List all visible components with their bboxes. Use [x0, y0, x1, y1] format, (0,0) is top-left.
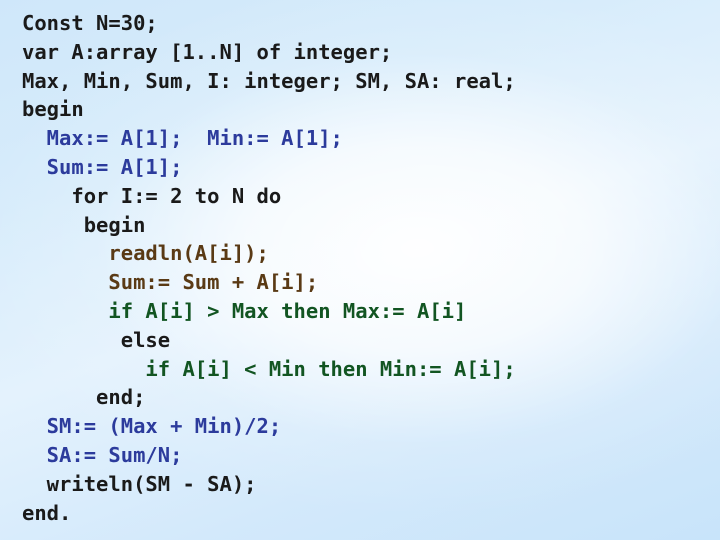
- code-line: end.: [22, 500, 72, 525]
- code-line: Const N=30;: [22, 11, 158, 35]
- code-line: Max:= A[1]; Min:= A[1];: [22, 126, 343, 151]
- code-line: writeln(SM - SA);: [22, 471, 257, 496]
- code-line: if A[i] > Max then Max:= A[i]: [22, 298, 467, 323]
- code-line: var A:array [1..N] of integer;: [22, 39, 393, 64]
- code-line: SM:= (Max + Min)/2;: [22, 414, 282, 439]
- slide-canvas: Const N=30; var A:array [1..N] of integer…: [0, 0, 720, 540]
- code-line: begin: [22, 97, 84, 122]
- code-line: for I:= 2 to N do: [22, 183, 282, 208]
- code-line: else: [22, 327, 171, 352]
- code-line: Max, Min, Sum, I: integer; SM, SA: real;: [22, 68, 516, 93]
- code-line: end;: [22, 385, 146, 410]
- code-line: SA:= Sum/N;: [22, 442, 183, 467]
- code-line: Sum:= Sum + A[i];: [22, 270, 319, 295]
- code-line: if A[i] < Min then Min:= A[i];: [22, 356, 516, 381]
- code-listing: Const N=30; var A:array [1..N] of integer…: [0, 0, 720, 527]
- code-line: Sum:= A[1];: [22, 154, 183, 179]
- code-line: readln(A[i]);: [22, 241, 269, 266]
- code-line: begin: [22, 212, 146, 237]
